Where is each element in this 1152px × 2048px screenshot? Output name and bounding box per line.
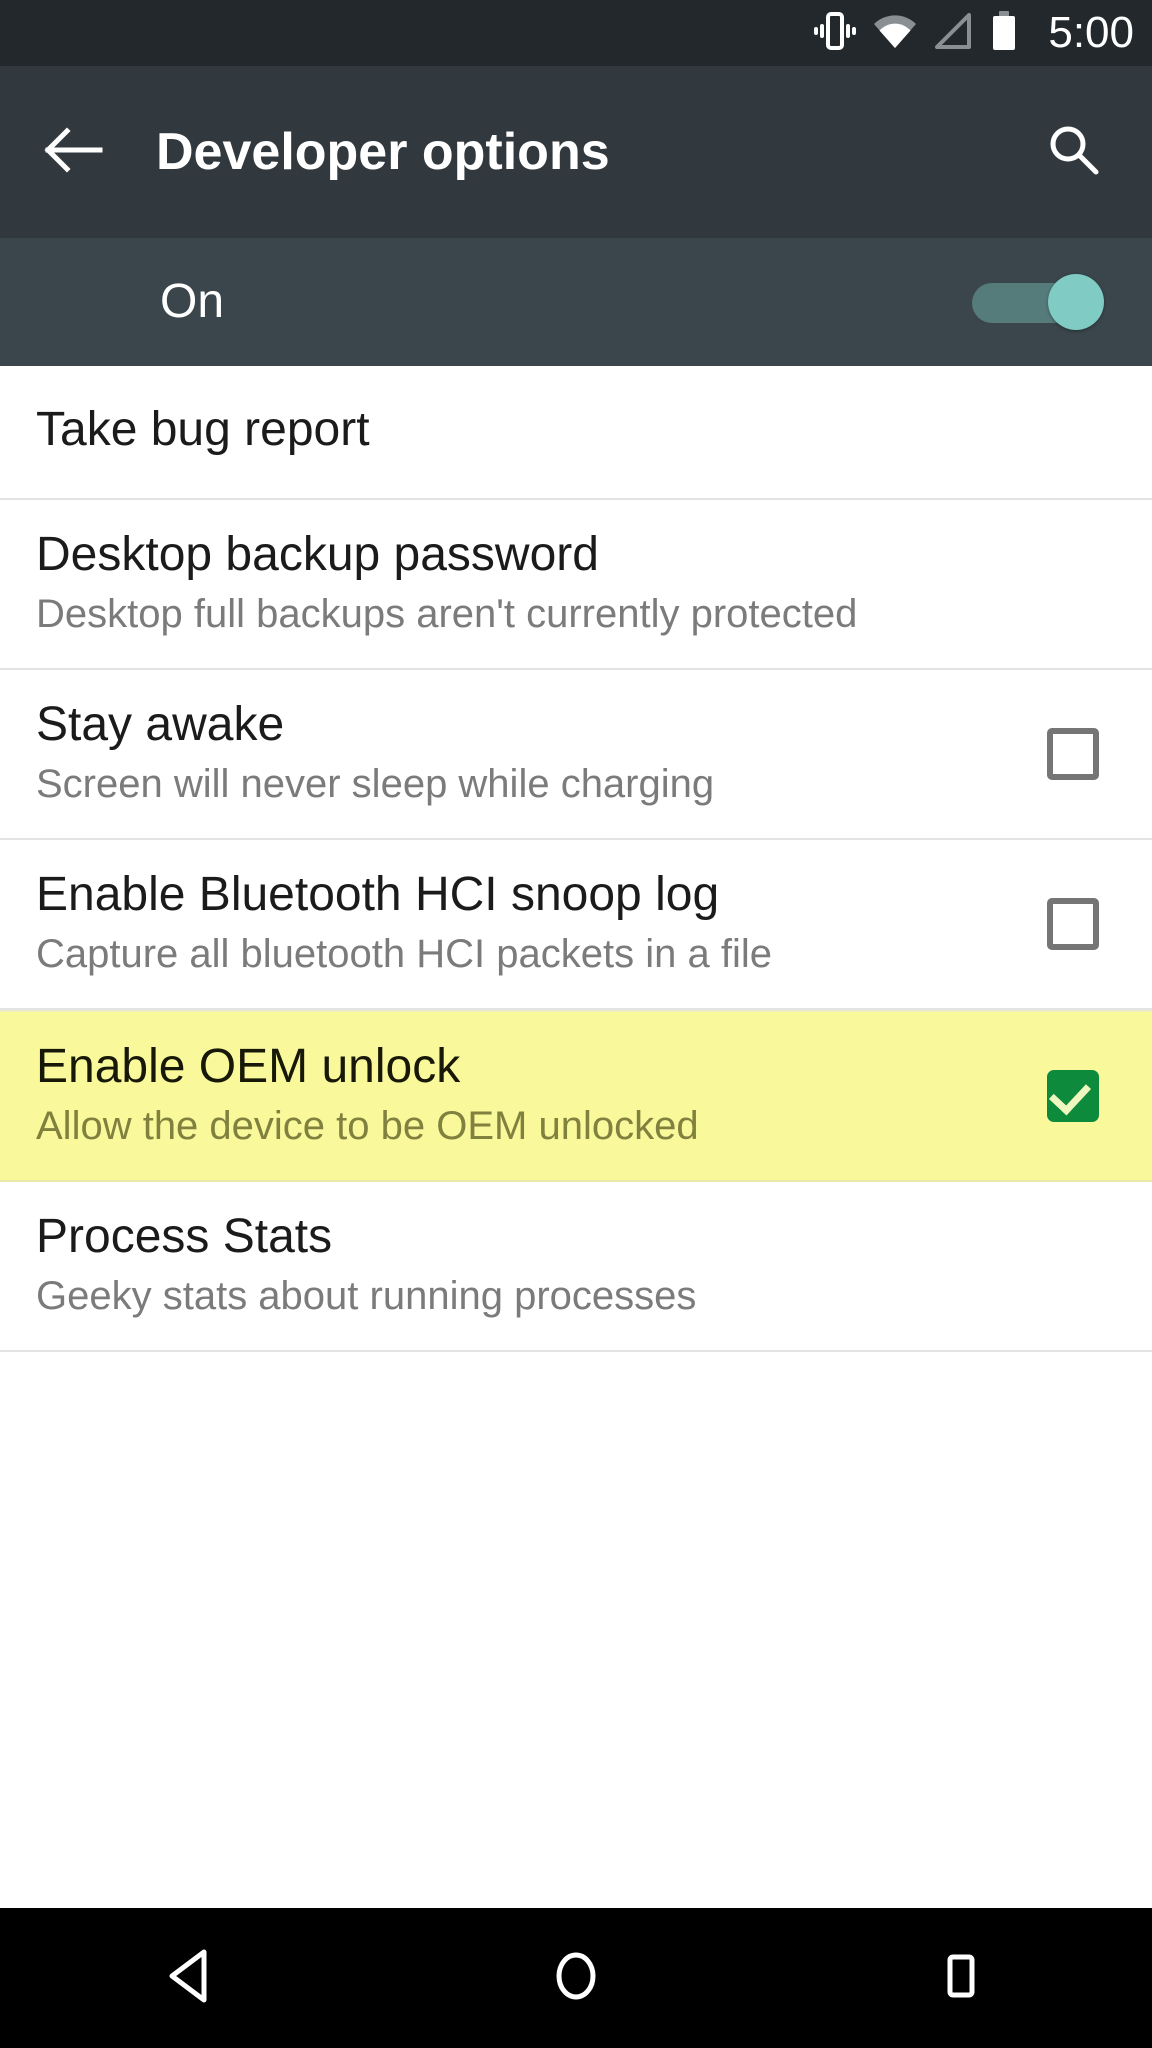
row-text-block: Process Stats Geeky stats about running … [36,1182,1116,1350]
navigation-bar [0,1908,1152,2048]
list-item-summary: Geeky stats about running processes [36,1274,697,1318]
square-recents-icon [934,1948,986,2009]
nav-back-button[interactable] [117,1923,267,2033]
list-item-title: Process Stats [36,1210,333,1263]
row-text-block: Enable OEM unlock Allow the device to be… [36,1012,1020,1180]
list-item-enable-oem-unlock[interactable]: Enable OEM unlock Allow the device to be… [0,1010,1152,1182]
battery-icon [991,10,1017,56]
list-item-stay-awake[interactable]: Stay awake Screen will never sleep while… [0,670,1152,840]
back-arrow-icon [43,125,103,180]
master-switch-label: On [160,275,225,328]
phone-screen: 5:00 Developer options On Take bug repor… [0,0,1152,2048]
list-item-summary: Desktop full backups aren't currently pr… [36,592,858,636]
list-item-desktop-backup-password[interactable]: Desktop backup password Desktop full bac… [0,500,1152,670]
nav-recents-button[interactable] [885,1923,1035,2033]
settings-list: Take bug report Desktop backup password … [0,366,1152,1908]
list-item-enable-bluetooth-hci-snoop-log[interactable]: Enable Bluetooth HCI snoop log Capture a… [0,840,1152,1010]
nav-home-button[interactable] [501,1923,651,2033]
back-button[interactable] [18,97,128,207]
list-item-summary: Allow the device to be OEM unlocked [36,1104,699,1148]
status-icon-group: 5:00 [814,8,1134,57]
list-item-title: Desktop backup password [36,528,599,581]
row-widget-slot [1030,728,1116,780]
row-text-block: Stay awake Screen will never sleep while… [36,670,1020,838]
search-button[interactable] [1018,97,1128,207]
triangle-back-icon [166,1948,218,2009]
enable-bluetooth-hci-snoop-log-checkbox[interactable] [1047,898,1099,950]
row-widget-slot [1030,898,1116,950]
list-item-title: Take bug report [36,403,370,456]
list-item-process-stats[interactable]: Process Stats Geeky stats about running … [0,1182,1152,1352]
list-item-summary: Capture all bluetooth HCI packets in a f… [36,932,772,976]
list-item-summary: Screen will never sleep while charging [36,762,715,806]
developer-options-master-switch-row[interactable]: On [0,238,1152,366]
row-text-block: Desktop backup password Desktop full bac… [36,500,1116,668]
status-bar-clock: 5:00 [1048,8,1134,57]
list-item-take-bug-report[interactable]: Take bug report [0,366,1152,500]
row-widget-slot [1030,1070,1116,1122]
row-text-block: Take bug report [36,375,1116,489]
list-item-title: Stay awake [36,698,285,751]
cell-signal-icon [934,12,974,54]
search-icon [1045,122,1101,183]
list-item-title: Enable Bluetooth HCI snoop log [36,868,720,921]
master-switch-toggle[interactable] [972,274,1104,330]
circle-home-icon [550,1948,602,2009]
list-item-title: Enable OEM unlock [36,1040,461,1093]
page-title: Developer options [156,123,610,181]
status-bar: 5:00 [0,0,1152,66]
app-bar: Developer options [0,66,1152,238]
vibrate-icon [814,11,857,56]
row-text-block: Enable Bluetooth HCI snoop log Capture a… [36,840,1020,1008]
stay-awake-checkbox[interactable] [1047,728,1099,780]
enable-oem-unlock-checkbox[interactable] [1047,1070,1099,1122]
wifi-icon [873,13,917,54]
switch-thumb [1048,274,1104,330]
